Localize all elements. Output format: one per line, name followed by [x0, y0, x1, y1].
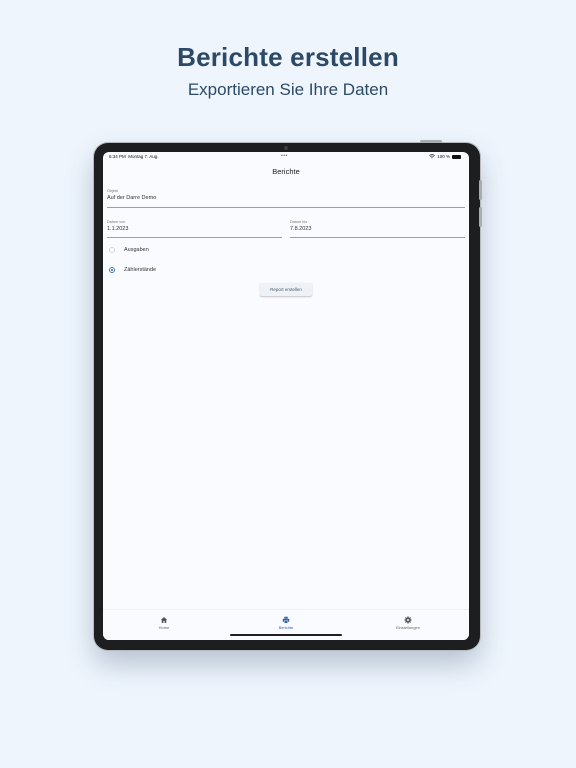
date-to-underline — [290, 237, 465, 238]
device-volume-down-button — [479, 207, 482, 227]
object-field-value: Auf der Darre Demo — [107, 195, 157, 201]
object-field[interactable]: Objekt Auf der Darre Demo — [107, 189, 465, 208]
date-to-field[interactable]: Datum bis 7.8.2023 — [290, 220, 465, 238]
tab-home[interactable]: Home — [134, 616, 194, 630]
promo-subline: Exportieren Sie Ihre Daten — [187, 80, 389, 99]
app-screen: 6:34 PM Montag 7. Aug. ••• 100 % Bericht… — [103, 152, 469, 640]
date-from-underline — [107, 237, 282, 238]
promo-headline: Berichte erstellen — [177, 42, 399, 72]
page-title: Berichte — [272, 167, 300, 176]
status-date-text: Montag 7. Aug. — [128, 154, 159, 159]
object-field-underline — [107, 207, 465, 208]
printer-icon — [282, 616, 290, 624]
radio-label-ausgaben: Ausgaben — [124, 247, 149, 253]
status-bar: 6:34 PM Montag 7. Aug. ••• 100 % — [103, 152, 469, 162]
device-camera — [284, 146, 288, 150]
radio-label-zaehlerstaende: Zählerstände — [124, 267, 157, 273]
status-indicators: 100 % — [429, 154, 461, 159]
battery-icon — [452, 154, 461, 159]
date-from-field[interactable]: Datum von 1.1.2023 — [107, 220, 282, 238]
status-time: 6:34 PM Montag 7. Aug. — [109, 154, 159, 159]
date-from-value: 1.1.2023 — [107, 226, 129, 232]
tab-berichte-label: Berichte — [278, 625, 294, 630]
create-report-button[interactable]: Report erstellen — [260, 283, 312, 296]
device-volume-up-button — [479, 180, 482, 200]
tab-einstellungen-label: Einstellungen — [395, 625, 421, 630]
device-top-button — [420, 140, 442, 143]
gear-icon — [404, 616, 412, 624]
radio-button-ausgaben[interactable] — [109, 247, 115, 253]
wifi-icon — [429, 154, 436, 159]
radio-button-zaehlerstaende[interactable] — [109, 267, 115, 273]
object-field-label: Objekt — [107, 189, 118, 193]
status-time-text: 6:34 PM — [109, 154, 126, 159]
date-from-label: Datum von — [107, 220, 126, 224]
battery-percent: 100 % — [437, 154, 450, 159]
tab-home-label: Home — [158, 625, 170, 630]
date-to-label: Datum bis — [290, 220, 308, 224]
date-to-value: 7.8.2023 — [290, 226, 312, 232]
radio-option-ausgaben[interactable]: Ausgaben — [109, 247, 149, 253]
radio-option-zaehlerstaende[interactable]: Zählerstände — [109, 267, 156, 273]
multitasking-dots[interactable]: ••• — [281, 153, 288, 159]
tab-einstellungen[interactable]: Einstellungen — [378, 616, 438, 630]
home-indicator[interactable] — [230, 634, 342, 636]
home-icon — [160, 617, 168, 623]
tab-berichte[interactable]: Berichte — [256, 616, 316, 630]
